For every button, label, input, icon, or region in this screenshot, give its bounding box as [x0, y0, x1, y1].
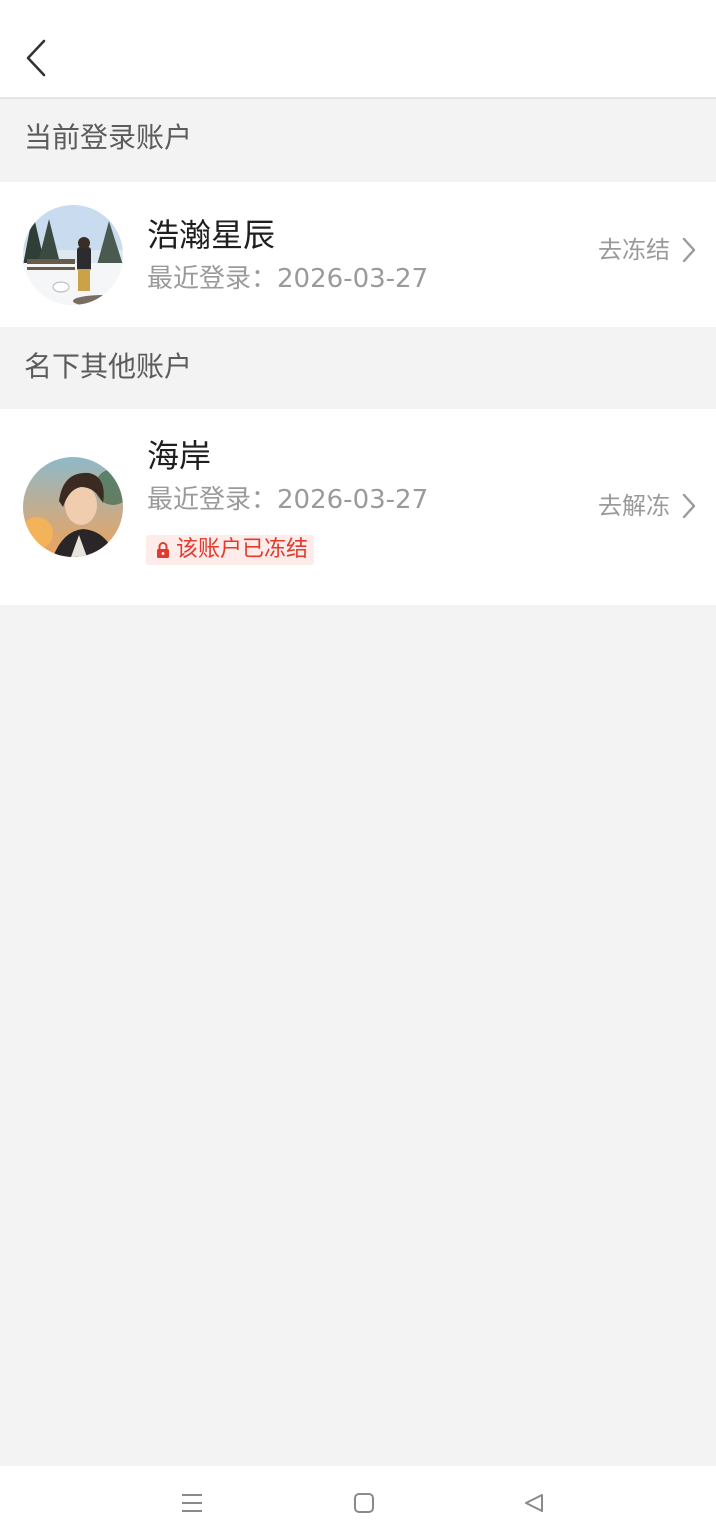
- menu-icon: [182, 1494, 202, 1512]
- avatar: [23, 457, 123, 557]
- top-bar: [0, 0, 716, 99]
- lock-icon: [157, 542, 169, 558]
- chevron-right-icon: [682, 237, 696, 263]
- freeze-button[interactable]: 去冻结: [598, 235, 696, 265]
- account-name: 浩瀚星辰: [147, 216, 276, 254]
- system-back-button[interactable]: [519, 1488, 549, 1518]
- account-name: 海岸: [147, 437, 212, 475]
- avatar: [23, 205, 123, 305]
- last-login-label: 最近登录：: [147, 264, 278, 294]
- chevron-left-icon: [26, 39, 46, 77]
- last-login-date: 2026-03-27: [277, 485, 429, 515]
- frozen-status-text: 该账户已冻结: [176, 537, 309, 562]
- back-button[interactable]: [14, 30, 58, 86]
- last-login: 最近登录：2026-03-27: [147, 263, 428, 295]
- menu-button[interactable]: [177, 1488, 207, 1518]
- home-button[interactable]: [349, 1488, 379, 1518]
- unfreeze-button[interactable]: 去解冻: [598, 491, 696, 521]
- other-account-card[interactable]: 海岸 最近登录：2026-03-27 该账户已冻结 去解冻: [0, 409, 716, 605]
- back-triangle-icon: [525, 1494, 543, 1512]
- anime-boy-avatar: [23, 457, 123, 557]
- current-account-section-title: 当前登录账户: [24, 121, 193, 154]
- last-login-date: 2026-03-27: [277, 264, 429, 294]
- system-navigation-bar: [0, 1466, 716, 1540]
- home-square-icon: [354, 1493, 374, 1513]
- last-login-label: 最近登录：: [147, 485, 278, 515]
- current-account-card[interactable]: 浩瀚星辰 最近登录：2026-03-27 去冻结: [0, 182, 716, 327]
- unfreeze-label: 去解冻: [598, 492, 670, 520]
- last-login: 最近登录：2026-03-27: [147, 484, 428, 516]
- account-management-screen: 当前登录账户 浩瀚星辰 最近登录：2026-03-27 去冻结 名下其他账户 海…: [0, 0, 716, 1540]
- winter-scene-avatar: [23, 205, 123, 305]
- other-accounts-section-title: 名下其他账户: [24, 350, 193, 383]
- frozen-status-badge: 该账户已冻结: [146, 535, 315, 565]
- freeze-label: 去冻结: [598, 236, 670, 264]
- chevron-right-icon: [682, 493, 696, 519]
